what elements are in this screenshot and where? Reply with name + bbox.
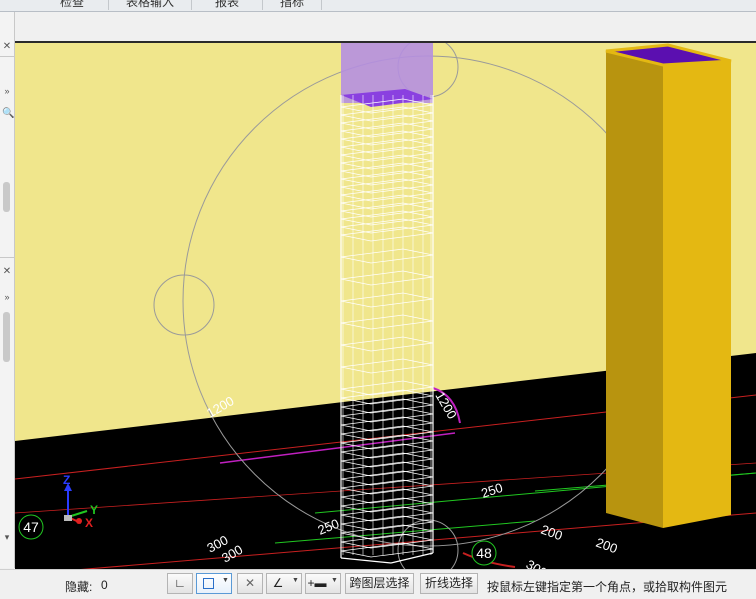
panel-divider [0,257,14,258]
angle-icon: ∠ [272,576,284,590]
select-window-icon [202,578,214,589]
axis-z-label: Z [63,473,70,487]
axis-bubble-label: 47 [23,519,39,535]
chevron-down-icon[interactable]: ▼ [292,577,299,584]
cross-layer-select-button[interactable]: 跨图层选择 [345,573,414,594]
panel-divider [0,56,14,57]
upper-column-segment [341,43,433,107]
axis-bubble-label: 48 [476,545,492,561]
polyline-select-button[interactable]: 折线选择 [420,573,478,594]
left-panel-collapsed: ✕ » 🔍 ✕ » ▾ [0,12,15,568]
status-bar: 隐藏: 0 ∟ ▼ ✕ ∠ ▼ +▬ ▼ 跨图层选择 折线选择 按鼠标左键指定第… [0,569,756,599]
tab-table-input[interactable]: 表格输入 [109,0,192,10]
close-icon[interactable]: ✕ [2,42,12,52]
axis-y-label: Y [90,503,98,517]
axis-x-label: X [85,516,93,530]
snap-cross-button[interactable]: ✕ [237,573,263,594]
chevron-down-icon[interactable]: ▼ [331,577,338,584]
offset-icon: +▬ [307,576,327,590]
scroll-down-icon[interactable]: ▾ [2,532,12,542]
command-hint: 按鼠标左键指定第一个角点，或拾取构件图元 [487,580,728,594]
axis-bubble-47: 47 [18,514,44,540]
chevron-down-icon[interactable]: ▼ [222,577,229,584]
3d-viewport[interactable]: 250 250 300 300 1200 1200 200 200 300 47… [15,41,756,570]
tab-check[interactable]: 检查 [36,0,109,10]
axis-bubble-48: 48 [471,540,497,566]
tab-report[interactable]: 报表 [192,0,263,10]
cross-icon: ✕ [244,576,256,590]
search-icon[interactable]: 🔍 [2,109,14,119]
orthogonal-toggle-button[interactable]: ∟ [167,573,193,594]
scrollbar-thumb[interactable] [3,182,10,212]
close-icon[interactable]: ✕ [2,267,12,277]
orthogonal-icon: ∟ [174,576,186,590]
scrollbar-thumb[interactable] [3,312,10,362]
tab-indicator[interactable]: 指标 [263,0,322,10]
ribbon-tab-bar: 检查 表格输入 报表 指标 [0,0,756,12]
hidden-count-value: 0 [101,578,108,592]
expand-icon[interactable]: » [2,86,12,96]
hidden-count-label: 隐藏: [65,580,93,594]
solid-column[interactable] [605,43,732,528]
expand-icon[interactable]: » [2,292,12,302]
